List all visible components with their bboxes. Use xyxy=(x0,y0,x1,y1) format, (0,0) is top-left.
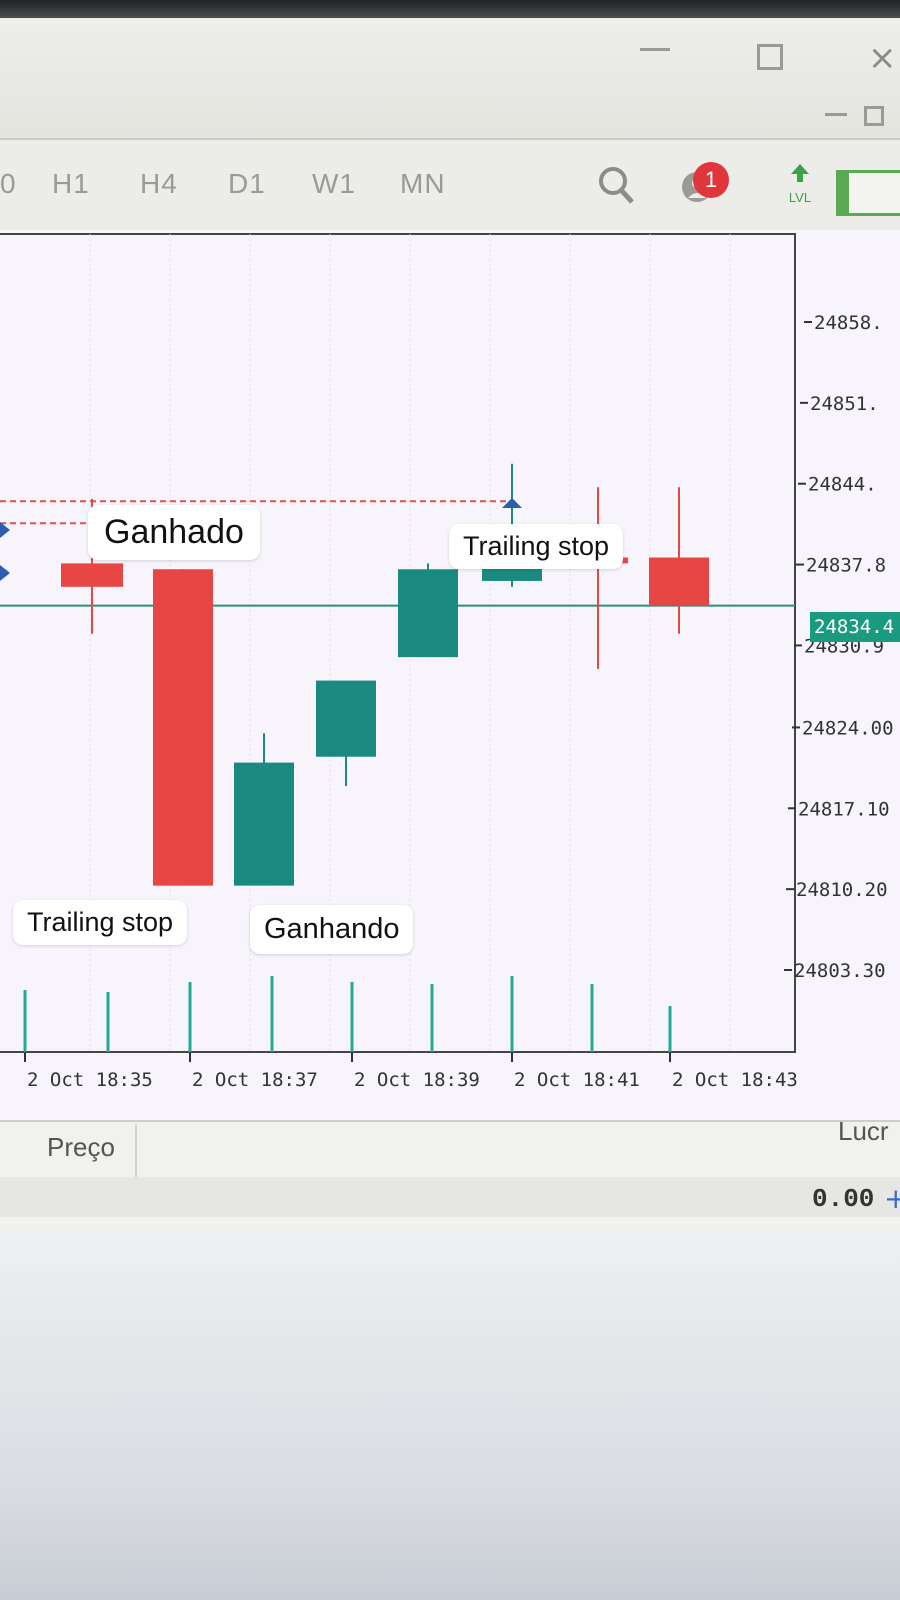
candle-body xyxy=(398,569,458,658)
price-tick-label: 24844. xyxy=(808,474,877,496)
annotation-trailing-stop-bottom: Trailing stop xyxy=(13,900,188,945)
notification-badge[interactable]: 1 xyxy=(693,162,729,198)
candle-body xyxy=(61,563,123,587)
timeframe-m30[interactable]: 0 xyxy=(0,168,17,200)
timeframe-w1[interactable]: W1 xyxy=(312,168,356,200)
price-column-header[interactable]: Preço xyxy=(47,1132,115,1163)
price-tick-label: 24837.8 xyxy=(806,555,886,577)
time-tick-label: 2 Oct 18:41 xyxy=(514,1069,640,1091)
current-price-tag: 24834.4 xyxy=(810,612,900,642)
price-chart[interactable]: 24858. 24851. 24844. 24837.8 24830.9 24824.00… xyxy=(0,230,900,1120)
price-tick-label: 24803.30 xyxy=(794,960,886,982)
empty-area xyxy=(0,1230,900,1600)
timeframe-h4[interactable]: H4 xyxy=(140,168,178,200)
close-icon[interactable]: × xyxy=(868,38,897,78)
time-tick-label: 2 Oct 18:37 xyxy=(192,1069,318,1091)
time-tick-label: 2 Oct 18:35 xyxy=(27,1069,153,1091)
arrow-up-icon xyxy=(791,164,809,182)
child-minimize-icon[interactable] xyxy=(825,113,847,116)
candle-body xyxy=(234,762,294,886)
price-tick-label: 24817.10 xyxy=(798,798,890,820)
restore-icon[interactable] xyxy=(757,44,783,70)
candlestick-chart: 24858.24851.24844.24837.824830.924824.00… xyxy=(0,233,894,1091)
price-tick-label: 24851. xyxy=(810,393,879,415)
child-restore-icon[interactable] xyxy=(864,106,884,126)
timeframe-toolbar: 0 H1 H4 D1 W1 MN LVL xyxy=(0,140,900,230)
panel-toggle-icon[interactable] xyxy=(836,170,900,216)
add-icon[interactable]: + xyxy=(884,1182,900,1215)
annotation-ganhando: Ganhando xyxy=(250,905,414,954)
annotation-trailing-stop-top: Trailing stop xyxy=(449,524,624,569)
annotation-ganhado: Ganhado xyxy=(88,505,260,560)
lvl-label: LVL xyxy=(788,190,812,205)
timeframe-d1[interactable]: D1 xyxy=(228,168,266,200)
minimize-icon[interactable] xyxy=(640,48,670,51)
candle-body xyxy=(153,569,213,886)
candle-body xyxy=(316,680,376,757)
profit-value: 0.00 xyxy=(812,1184,875,1214)
time-tick-label: 2 Oct 18:39 xyxy=(354,1069,480,1091)
price-tick-label: 24858. xyxy=(814,312,883,334)
candle-body xyxy=(649,557,709,606)
search-icon[interactable] xyxy=(596,164,636,206)
window-title-bar: × xyxy=(0,18,900,140)
position-row[interactable] xyxy=(0,1177,900,1217)
profit-column-header[interactable]: Lucr xyxy=(838,1116,889,1147)
positions-panel: Preço Lucr 0.00 + xyxy=(0,1116,900,1232)
timeframe-h1[interactable]: H1 xyxy=(52,168,90,200)
price-tick-label: 24810.20 xyxy=(796,879,888,901)
time-tick-label: 2 Oct 18:43 xyxy=(672,1069,798,1091)
price-tick-label: 24824.00 xyxy=(802,717,894,739)
screen-bezel-top xyxy=(0,0,900,18)
timeframe-mn[interactable]: MN xyxy=(400,168,446,200)
